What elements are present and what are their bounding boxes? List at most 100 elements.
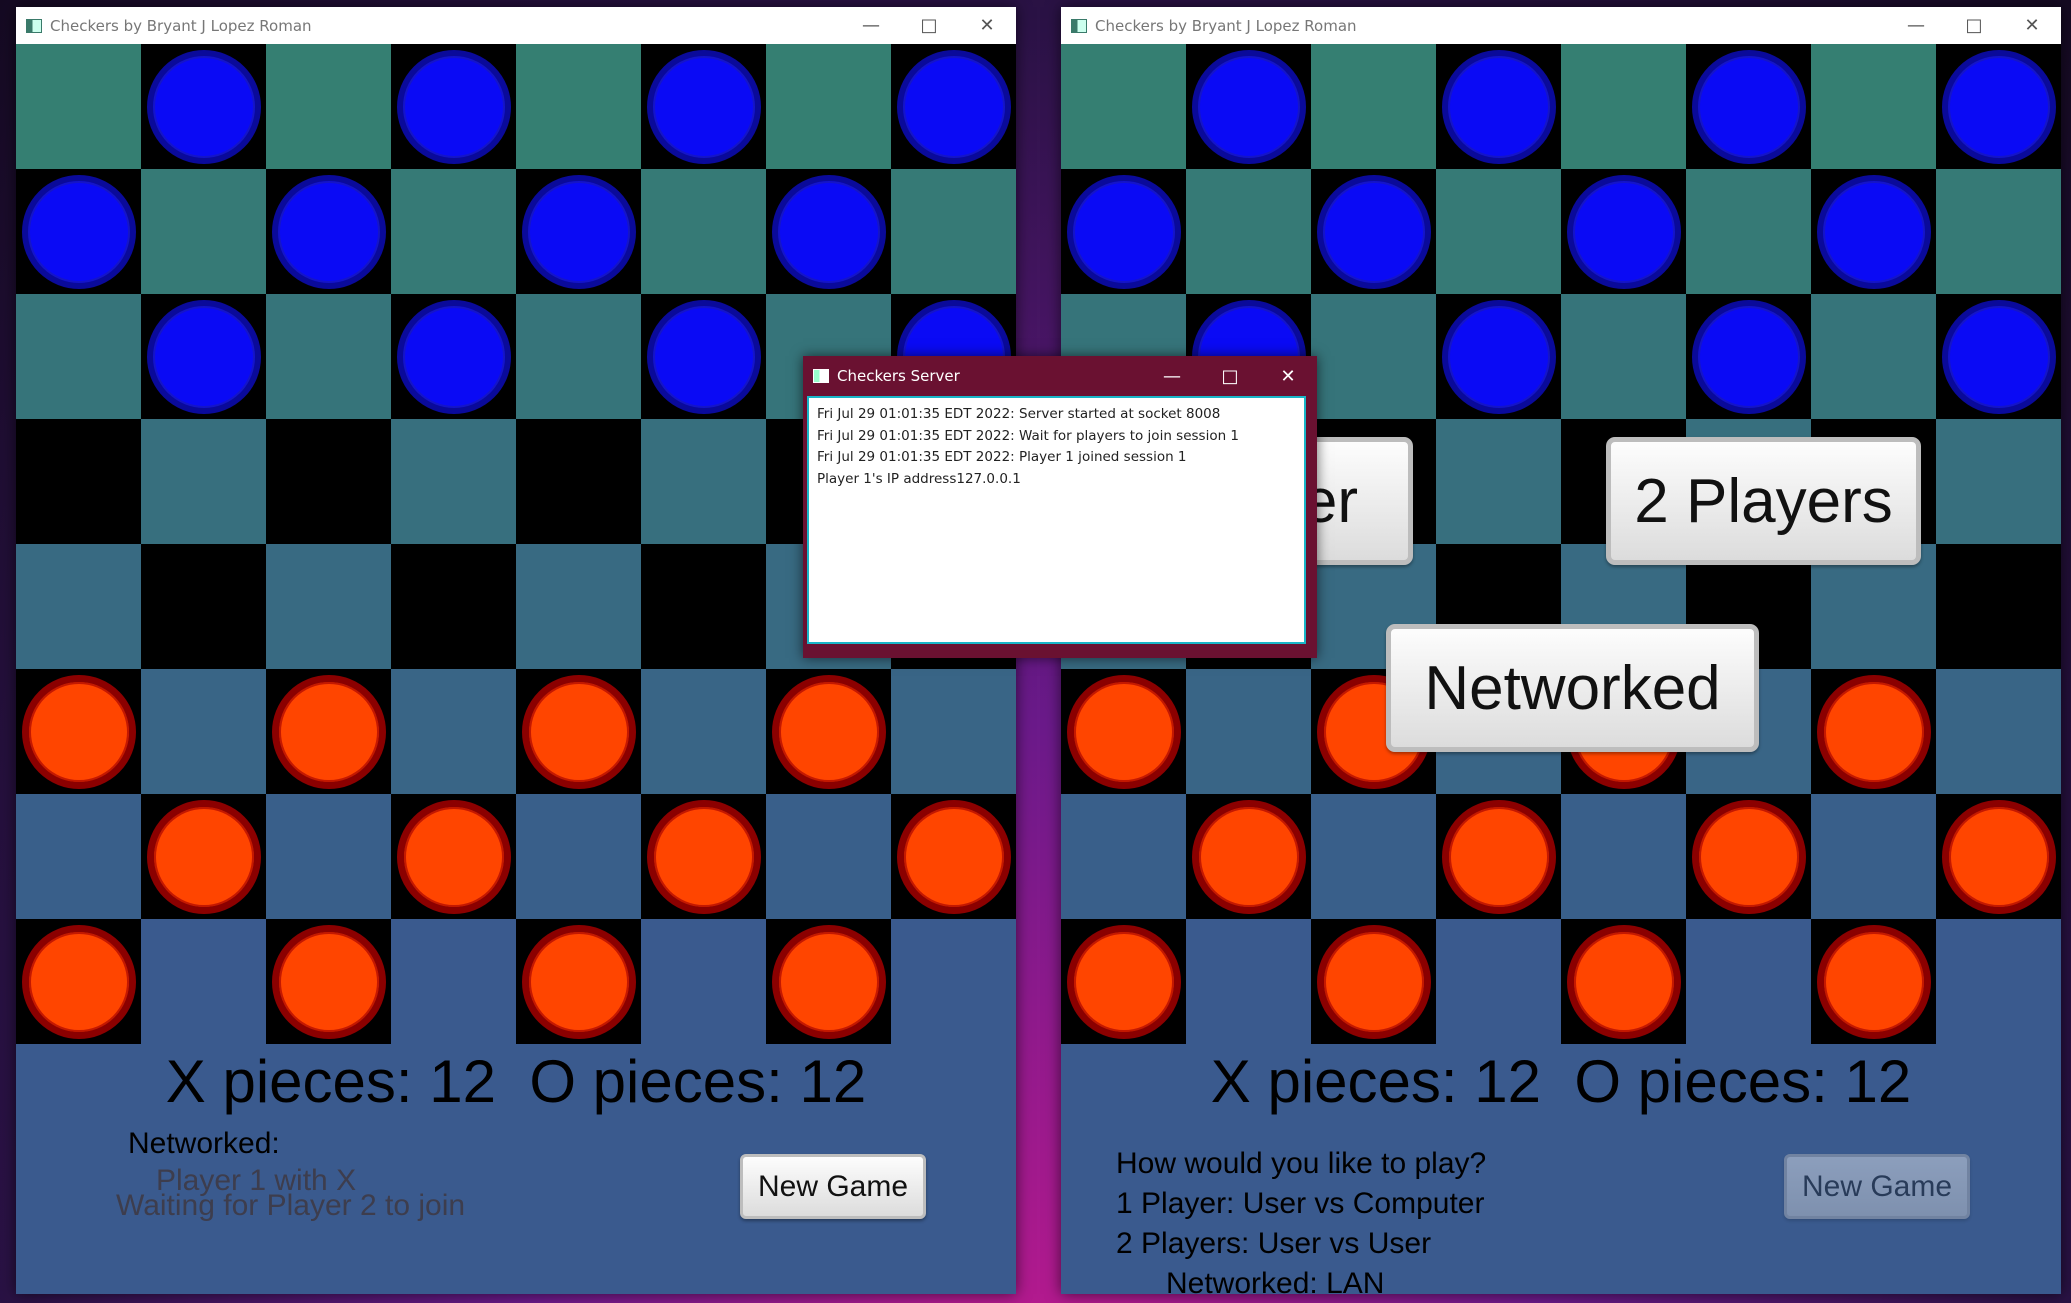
board-square[interactable] [1686, 44, 1811, 169]
board-square[interactable] [1936, 44, 2061, 169]
board-square[interactable] [1811, 919, 1936, 1044]
board-square[interactable] [766, 794, 891, 919]
minimize-icon[interactable]: — [1887, 7, 1945, 44]
board-square[interactable] [516, 544, 641, 669]
board-square[interactable] [516, 294, 641, 419]
board-square[interactable] [1936, 544, 2061, 669]
red-checker-piece[interactable] [21, 674, 136, 789]
blue-checker-piece[interactable] [146, 49, 261, 164]
two-players-button[interactable]: 2 Players [1606, 437, 1921, 565]
blue-checker-piece[interactable] [1191, 49, 1306, 164]
board-square[interactable] [16, 544, 141, 669]
board-square[interactable] [1311, 294, 1436, 419]
board-square[interactable] [266, 794, 391, 919]
board-square[interactable] [1561, 794, 1686, 919]
blue-checker-piece[interactable] [1441, 299, 1556, 414]
board-square[interactable] [641, 669, 766, 794]
board-square[interactable] [141, 794, 266, 919]
blue-checker-piece[interactable] [1941, 49, 2056, 164]
board-square[interactable] [1686, 294, 1811, 419]
maximize-icon[interactable]: □ [1201, 356, 1259, 396]
red-checker-piece[interactable] [1066, 924, 1181, 1039]
board-square[interactable] [266, 169, 391, 294]
board-square[interactable] [891, 44, 1016, 169]
title-bar[interactable]: Checkers by Bryant J Lopez Roman — □ ✕ [1061, 7, 2061, 44]
board-square[interactable] [1311, 794, 1436, 919]
board-square[interactable] [1561, 919, 1686, 1044]
red-checker-piece[interactable] [146, 799, 261, 914]
board-square[interactable] [16, 669, 141, 794]
red-checker-piece[interactable] [771, 924, 886, 1039]
red-checker-piece[interactable] [1816, 924, 1931, 1039]
blue-checker-piece[interactable] [771, 174, 886, 289]
blue-checker-piece[interactable] [271, 174, 386, 289]
board-square[interactable] [641, 419, 766, 544]
title-bar[interactable]: Checkers by Bryant J Lopez Roman — □ ✕ [16, 7, 1016, 44]
board-square[interactable] [891, 794, 1016, 919]
red-checker-piece[interactable] [1441, 799, 1556, 914]
board-square[interactable] [266, 294, 391, 419]
board-square[interactable] [391, 919, 516, 1044]
board-square[interactable] [516, 419, 641, 544]
networked-button[interactable]: Networked [1386, 624, 1759, 752]
new-game-button[interactable]: New Game [740, 1154, 926, 1219]
board-square[interactable] [1186, 169, 1311, 294]
board-square[interactable] [141, 919, 266, 1044]
board-square[interactable] [1936, 419, 2061, 544]
board-square[interactable] [266, 919, 391, 1044]
red-checker-piece[interactable] [396, 799, 511, 914]
board-square[interactable] [1936, 169, 2061, 294]
red-checker-piece[interactable] [646, 799, 761, 914]
board-square[interactable] [1811, 294, 1936, 419]
board-square[interactable] [1436, 169, 1561, 294]
red-checker-piece[interactable] [21, 924, 136, 1039]
blue-checker-piece[interactable] [21, 174, 136, 289]
board-square[interactable] [1436, 44, 1561, 169]
board-square[interactable] [391, 419, 516, 544]
board-square[interactable] [141, 294, 266, 419]
board-square[interactable] [891, 919, 1016, 1044]
blue-checker-piece[interactable] [896, 49, 1011, 164]
board-square[interactable] [1061, 669, 1186, 794]
red-checker-piece[interactable] [1191, 799, 1306, 914]
red-checker-piece[interactable] [1316, 924, 1431, 1039]
blue-checker-piece[interactable] [146, 299, 261, 414]
board-square[interactable] [141, 544, 266, 669]
board-square[interactable] [516, 169, 641, 294]
board-square[interactable] [516, 669, 641, 794]
board-square[interactable] [1936, 294, 2061, 419]
board-square[interactable] [1186, 669, 1311, 794]
board-square[interactable] [141, 419, 266, 544]
blue-checker-piece[interactable] [1566, 174, 1681, 289]
board-square[interactable] [516, 44, 641, 169]
board-square[interactable] [1186, 919, 1311, 1044]
maximize-icon[interactable]: □ [900, 7, 958, 44]
board-square[interactable] [766, 919, 891, 1044]
server-log[interactable]: Fri Jul 29 01:01:35 EDT 2022: Server sta… [807, 396, 1306, 644]
board-square[interactable] [766, 669, 891, 794]
board-square[interactable] [1936, 919, 2061, 1044]
title-bar[interactable]: Checkers Server — □ ✕ [803, 356, 1317, 396]
board-square[interactable] [641, 544, 766, 669]
board-square[interactable] [266, 419, 391, 544]
board-square[interactable] [1936, 669, 2061, 794]
blue-checker-piece[interactable] [1816, 174, 1931, 289]
red-checker-piece[interactable] [1691, 799, 1806, 914]
board-square[interactable] [641, 169, 766, 294]
red-checker-piece[interactable] [521, 674, 636, 789]
board-square[interactable] [1061, 169, 1186, 294]
blue-checker-piece[interactable] [646, 299, 761, 414]
blue-checker-piece[interactable] [646, 49, 761, 164]
board-square[interactable] [391, 544, 516, 669]
red-checker-piece[interactable] [1816, 674, 1931, 789]
board-square[interactable] [641, 919, 766, 1044]
board-square[interactable] [391, 169, 516, 294]
red-checker-piece[interactable] [271, 674, 386, 789]
board-square[interactable] [16, 794, 141, 919]
board-square[interactable] [891, 669, 1016, 794]
red-checker-piece[interactable] [1566, 924, 1681, 1039]
blue-checker-piece[interactable] [396, 299, 511, 414]
red-checker-piece[interactable] [1941, 799, 2056, 914]
board-square[interactable] [16, 169, 141, 294]
red-checker-piece[interactable] [896, 799, 1011, 914]
